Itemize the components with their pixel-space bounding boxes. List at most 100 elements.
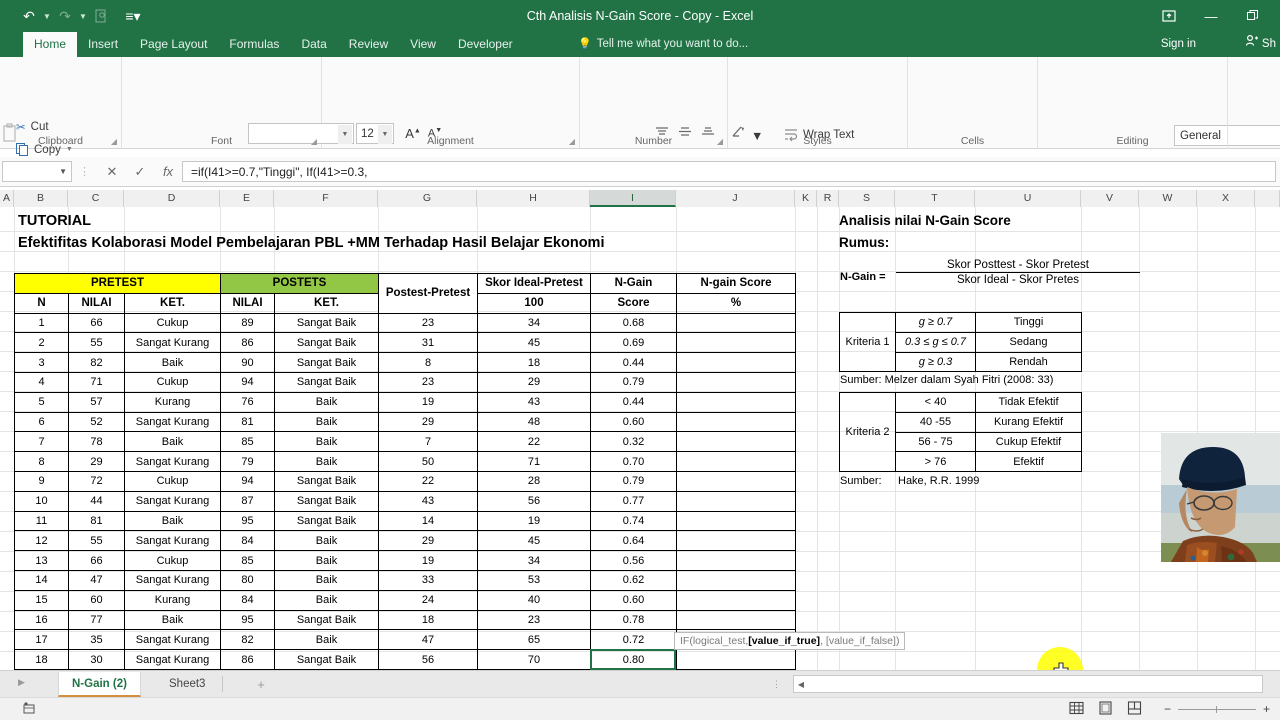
add-sheet-button[interactable]: + [252,675,270,693]
column-header-Y[interactable] [1255,190,1280,207]
share-button[interactable]: Sh [1245,32,1276,57]
column-header-U[interactable]: U [975,190,1081,207]
zoom-control[interactable]: − + [1164,702,1270,716]
tab-data[interactable]: Data [290,32,337,57]
name-box[interactable]: ▼ [2,161,72,182]
column-header-G[interactable]: G [378,190,477,207]
column-header-E[interactable]: E [220,190,274,207]
row-pretest-ket: Sangat Kurang [124,411,221,433]
row-n: 6 [14,411,69,433]
row-skor-ideal: 45 [477,332,591,354]
subheader-pretest-nilai: NILAI [68,292,125,314]
formula-input[interactable]: =if(I41>=0.7,"Tinggi", If(I41>=0.3, [182,161,1276,182]
column-header-R[interactable]: R [817,190,839,207]
copy-caret-icon[interactable]: ▼ [66,146,73,153]
table-row[interactable]: 18 30 Sangat Kurang 86 Sangat Baik 56 70 0.80 [14,649,796,670]
column-header-S[interactable]: S [839,190,895,207]
table-row[interactable]: 11 81 Baik 95 Sangat Baik 14 19 0.74 [14,510,796,532]
sign-in-button[interactable]: Sign in [1161,32,1196,57]
tab-review[interactable]: Review [338,32,399,57]
tab-file[interactable] [0,32,23,57]
table-row[interactable]: 2 55 Sangat Kurang 86 Sangat Baik 31 45 0.69 [14,332,796,354]
scroll-left-icon[interactable]: ◀ [794,680,808,689]
tab-insert[interactable]: Insert [77,32,129,57]
ribbon-tab-strip: Home Insert Page Layout Formulas Data Re… [0,32,1280,57]
tab-page-layout[interactable]: Page Layout [129,32,218,57]
zoom-slider[interactable] [1177,705,1256,713]
zoom-in-button[interactable]: + [1263,702,1270,716]
zoom-out-button[interactable]: − [1164,702,1171,716]
row-postets-nilai: 84 [220,530,275,552]
enter-formula-button[interactable]: ✓ [126,164,154,180]
cut-button[interactable]: ✂ Cut [16,120,49,134]
insert-function-button[interactable]: fx [154,164,182,179]
column-header-J[interactable]: J [676,190,795,207]
font-dialog-launcher[interactable]: ◢ [311,137,317,146]
kriteria1-table[interactable]: Kriteria 1 g ≥ 0.7 Tinggi 0.3 ≤ g ≤ 0.7 … [839,311,1082,373]
row-pretest-ket: Cukup [124,550,221,571]
tab-formulas[interactable]: Formulas [218,32,290,57]
page-break-preview-icon[interactable] [1127,701,1142,718]
clipboard-dialog-launcher[interactable]: ◢ [111,137,117,146]
table-row[interactable]: 3 82 Baik 90 Sangat Baik 8 18 0.44 [14,352,796,373]
sheet-nav-right-icon[interactable]: ▶ [18,677,25,688]
kriteria1-range-1: 0.3 ≤ g ≤ 0.7 [895,331,976,353]
kriteria2-table[interactable]: Kriteria 2 < 40 Tidak Efektif 40 -55 Kur… [839,391,1082,473]
column-header-B[interactable]: B [14,190,68,207]
table-row[interactable]: 8 29 Sangat Kurang 79 Baik 50 71 0.70 [14,451,796,472]
row-skor-ideal: 45 [477,530,591,552]
column-header-D[interactable]: D [124,190,220,207]
tell-me-box[interactable]: 💡 Tell me what you want to do... [578,32,748,57]
formula-bar-grip[interactable]: ⋮ [79,165,91,178]
table-row[interactable]: 10 44 Sangat Kurang 87 Sangat Baik 43 56 0.77 [14,490,796,512]
restore-icon[interactable] [1232,0,1274,32]
table-row[interactable]: 14 47 Sangat Kurang 80 Baik 33 53 0.62 [14,569,796,591]
table-row[interactable]: 16 77 Baik 95 Sangat Baik 18 23 0.78 [14,609,796,631]
table-row[interactable]: 5 57 Kurang 76 Baik 19 43 0.44 [14,391,796,413]
column-header-A[interactable]: A [0,190,14,207]
row-postets-ket: Sangat Baik [274,352,379,373]
row-skor-ideal: 28 [477,470,591,492]
name-box-dropdown-icon[interactable]: ▼ [59,167,67,176]
ngain-data-table[interactable]: PRETEST POSTETS Postest-Pretest Skor Ide… [14,273,796,670]
subheader-pretest-ket: KET. [124,292,221,314]
column-header-W[interactable]: W [1139,190,1197,207]
table-row[interactable]: 13 66 Cukup 85 Baik 19 34 0.56 [14,550,796,571]
normal-view-icon[interactable] [1069,701,1084,718]
status-bar: − + [0,697,1280,720]
worksheet-grid[interactable]: TUTORIAL Efektifitas Kolaborasi Model Pe… [0,207,1280,670]
ribbon-display-options-icon[interactable] [1148,0,1190,32]
minimize-icon[interactable]: — [1190,0,1232,32]
column-header-H[interactable]: H [477,190,590,207]
row-postets-ket: Baik [274,589,379,611]
table-row[interactable]: 12 55 Sangat Kurang 84 Baik 29 45 0.64 [14,530,796,552]
table-row[interactable]: 9 72 Cukup 94 Sangat Baik 22 28 0.79 [14,470,796,492]
table-row[interactable]: 15 60 Kurang 84 Baik 24 40 0.60 [14,589,796,611]
column-header-V[interactable]: V [1081,190,1139,207]
sheet-tab-sheet3[interactable]: Sheet3 [156,672,218,697]
column-header-X[interactable]: X [1197,190,1255,207]
table-row[interactable]: 7 78 Baik 85 Baik 7 22 0.32 [14,431,796,453]
macro-record-icon[interactable] [22,702,36,718]
column-header-C[interactable]: C [68,190,124,207]
column-header-I[interactable]: I [590,190,676,207]
alignment-dialog-launcher[interactable]: ◢ [569,137,575,146]
column-header-F[interactable]: F [274,190,378,207]
table-row[interactable]: 4 71 Cukup 94 Sangat Baik 23 29 0.79 [14,371,796,393]
row-postets-ket: Sangat Baik [274,332,379,354]
row-pretest-nilai: 71 [68,371,125,393]
tab-view[interactable]: View [399,32,447,57]
number-dialog-launcher[interactable]: ◢ [717,137,723,146]
column-header-K[interactable]: K [795,190,817,207]
row-n: 18 [14,649,69,670]
sheet-tab-ngain2[interactable]: N-Gain (2) [58,672,141,697]
table-row[interactable]: 6 52 Sangat Kurang 81 Baik 29 48 0.60 [14,411,796,433]
horizontal-scrollbar[interactable]: ◀ [793,675,1263,693]
table-row[interactable]: 1 66 Cukup 89 Sangat Baik 23 34 0.68 [14,312,796,334]
page-layout-icon[interactable] [1098,701,1113,718]
horizontal-split-handle[interactable]: ⋮ [772,679,783,690]
cancel-formula-button[interactable]: ✕ [98,164,126,180]
column-header-T[interactable]: T [895,190,975,207]
tab-home[interactable]: Home [23,32,78,57]
tab-developer[interactable]: Developer [447,32,524,57]
